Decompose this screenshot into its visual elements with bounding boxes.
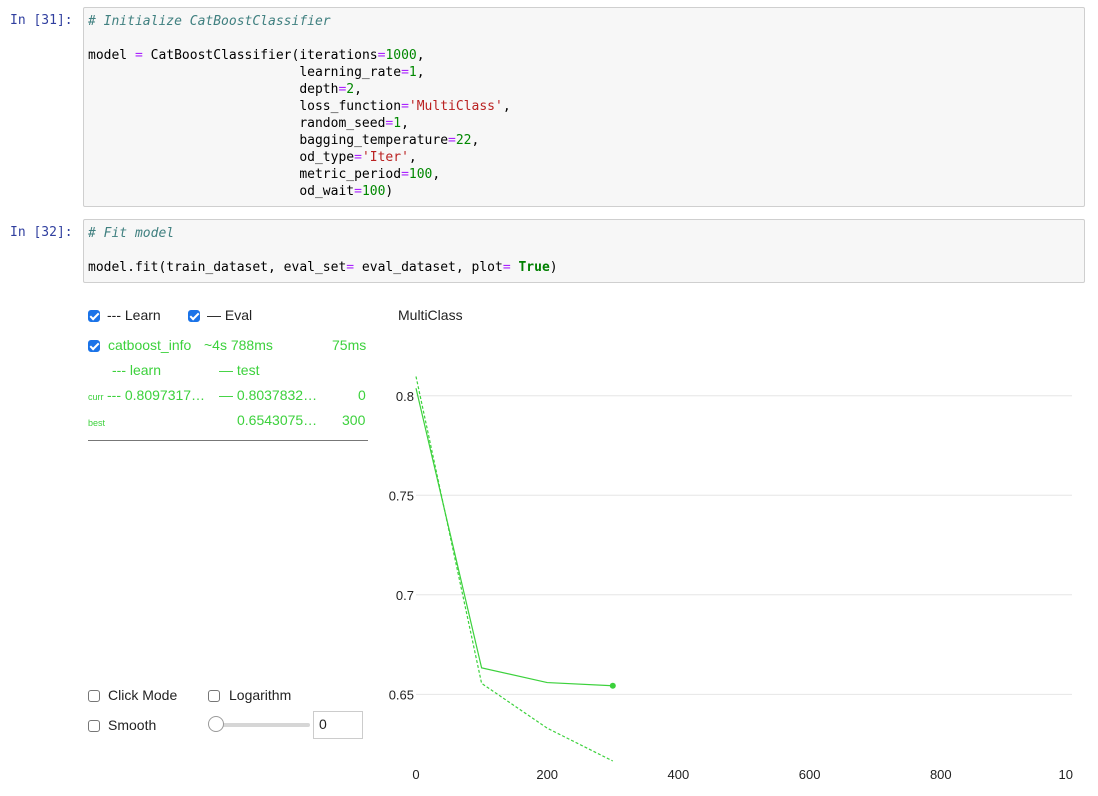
col-test-header: — test bbox=[219, 362, 260, 378]
code-line-4: loss_function='MultiClass', bbox=[88, 99, 511, 114]
x-tick-label: 400 bbox=[668, 767, 690, 782]
code-line-1: model = CatBoostClassifier(iterations=10… bbox=[88, 48, 425, 63]
x-tick-label: 10 bbox=[1059, 767, 1073, 782]
code-cell-32[interactable]: # Fit model model.fit(train_dataset, eva… bbox=[83, 219, 1085, 283]
series-line-test bbox=[415, 388, 613, 687]
chart-series bbox=[415, 376, 616, 762]
cell-prompt: In [32]: bbox=[10, 225, 73, 240]
code-editor[interactable]: # Initialize CatBoostClassifier model = … bbox=[88, 13, 511, 200]
learn-checkbox[interactable] bbox=[88, 310, 100, 322]
code-line-1: model.fit(train_dataset, eval_set= eval_… bbox=[88, 260, 558, 275]
series-line-learn bbox=[415, 376, 614, 762]
code-line-7: od_type='Iter', bbox=[88, 150, 417, 165]
logarithm-checkbox[interactable] bbox=[208, 690, 220, 702]
curr-label: curr bbox=[88, 392, 104, 402]
y-axis-ticks: 0.65 0.7 0.75 0.8 bbox=[389, 389, 414, 703]
y-tick-label: 0.8 bbox=[396, 389, 414, 404]
code-cell-31[interactable]: # Initialize CatBoostClassifier model = … bbox=[83, 7, 1085, 207]
x-tick-label: 800 bbox=[930, 767, 952, 782]
code-line-8: metric_period=100, bbox=[88, 167, 441, 182]
curr-iteration: 0 bbox=[358, 387, 366, 403]
catboost-info-iter-time: 75ms bbox=[332, 337, 367, 353]
code-line-3: depth=2, bbox=[88, 82, 362, 97]
eval-checkbox[interactable] bbox=[188, 310, 200, 322]
x-tick-label: 600 bbox=[799, 767, 821, 782]
smooth-slider-handle[interactable] bbox=[208, 716, 224, 732]
click-mode-label: Click Mode bbox=[108, 687, 178, 703]
best-iteration: 300 bbox=[342, 412, 366, 428]
eval-label: — Eval bbox=[207, 307, 253, 323]
y-tick-label: 0.65 bbox=[389, 687, 414, 702]
y-tick-label: 0.7 bbox=[396, 588, 414, 603]
best-label: best bbox=[88, 418, 106, 428]
code-comment: # Fit model bbox=[88, 226, 175, 241]
smooth-value-input[interactable]: 0 bbox=[313, 711, 363, 739]
logarithm-label: Logarithm bbox=[229, 687, 292, 703]
chart-title: MultiClass bbox=[398, 307, 463, 323]
code-line-5: random_seed=1, bbox=[88, 116, 409, 131]
code-editor[interactable]: # Fit model model.fit(train_dataset, eva… bbox=[88, 225, 558, 276]
code-line-9: od_wait=100) bbox=[88, 184, 394, 199]
code-comment: # Initialize CatBoostClassifier bbox=[88, 14, 331, 29]
catboost-info-time: ~4s 788ms bbox=[204, 337, 273, 353]
learn-label: --- Learn bbox=[107, 307, 161, 323]
chart-grid bbox=[416, 395, 1072, 695]
curr-test-value: — 0.8037832… bbox=[219, 387, 318, 403]
smooth-slider-track[interactable] bbox=[210, 723, 310, 727]
best-point-marker[interactable] bbox=[609, 682, 616, 689]
catboost-info-checkbox[interactable] bbox=[88, 340, 100, 352]
code-line-2: learning_rate=1, bbox=[88, 65, 425, 80]
best-test-value: 0.6543075… bbox=[237, 412, 318, 428]
y-tick-label: 0.75 bbox=[389, 488, 414, 503]
smooth-checkbox[interactable] bbox=[88, 720, 100, 732]
cell-prompt: In [31]: bbox=[10, 13, 73, 28]
x-tick-label: 0 bbox=[412, 767, 419, 782]
smooth-label: Smooth bbox=[108, 717, 157, 733]
code-line-6: bagging_temperature=22, bbox=[88, 133, 480, 148]
x-axis-ticks: 0 200 400 600 800 10 bbox=[412, 767, 1073, 782]
curr-learn-value: --- 0.8097317… bbox=[107, 387, 206, 403]
catboost-info-name: catboost_info bbox=[108, 337, 192, 353]
x-tick-label: 200 bbox=[536, 767, 558, 782]
click-mode-checkbox[interactable] bbox=[88, 690, 100, 702]
info-divider bbox=[88, 440, 368, 441]
col-learn-header: --- learn bbox=[112, 362, 162, 378]
